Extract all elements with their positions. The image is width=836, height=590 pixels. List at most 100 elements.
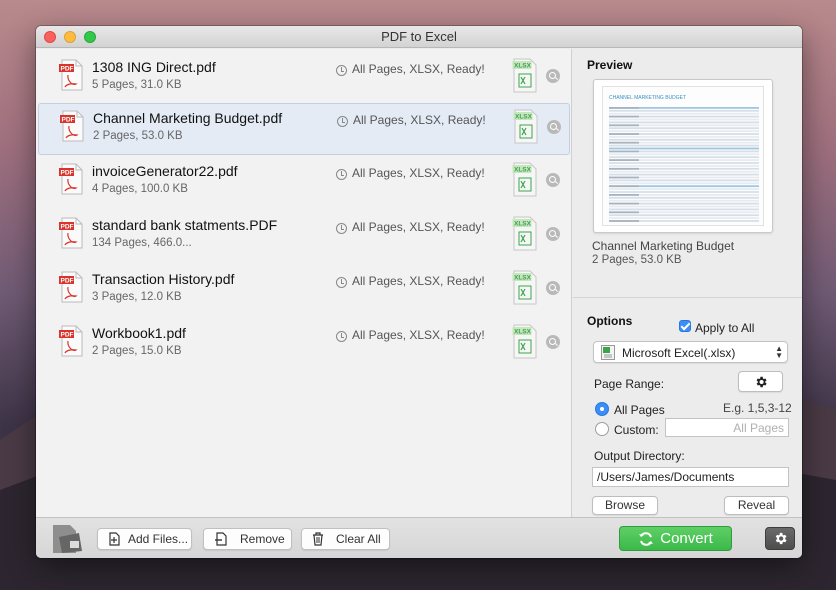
xlsx-file-icon: XLSX — [512, 162, 537, 197]
custom-range-label[interactable]: Custom: — [614, 423, 659, 437]
clock-icon — [336, 331, 347, 342]
file-status: All Pages, XLSX, Ready! — [353, 113, 486, 127]
file-status: All Pages, XLSX, Ready! — [352, 166, 485, 180]
pdf-file-icon: PDF — [59, 325, 83, 357]
settings-button[interactable] — [765, 527, 795, 550]
file-name: 1308 ING Direct.pdf — [92, 59, 216, 75]
refresh-icon — [639, 531, 654, 546]
custom-range-radio[interactable] — [595, 422, 609, 436]
clock-icon — [336, 223, 347, 234]
minimize-window-button[interactable] — [64, 31, 76, 43]
close-window-button[interactable] — [44, 31, 56, 43]
output-directory-label: Output Directory: — [594, 449, 685, 463]
app-window: PDF to Excel PDF 1308 ING Direct.pdf 5 P… — [36, 26, 802, 558]
magnifier-icon[interactable] — [546, 69, 560, 83]
preview-sheet-title: CHANNEL MARKETING BUDGET — [609, 95, 686, 101]
file-name: invoiceGenerator22.pdf — [92, 163, 238, 179]
file-meta: 134 Pages, 466.0... — [92, 237, 192, 249]
magnifier-icon[interactable] — [546, 173, 560, 187]
convert-button[interactable]: Convert — [619, 526, 732, 551]
add-file-icon — [109, 532, 120, 546]
zoom-window-button[interactable] — [84, 31, 96, 43]
file-meta: 4 Pages, 100.0 KB — [92, 183, 188, 195]
svg-text:XLSX: XLSX — [514, 63, 532, 70]
svg-text:PDF: PDF — [61, 66, 74, 73]
file-status: All Pages, XLSX, Ready! — [352, 62, 485, 76]
xlsx-file-icon: XLSX — [512, 324, 537, 359]
custom-range-input[interactable] — [665, 418, 789, 437]
clear-all-label: Clear All — [336, 532, 381, 546]
file-name: standard bank statments.PDF — [92, 217, 278, 233]
file-name: Channel Marketing Budget.pdf — [93, 110, 283, 126]
page-range-example: E.g. 1,5,3-12 — [723, 401, 792, 415]
trash-icon — [313, 532, 323, 546]
page-range-settings-button[interactable] — [738, 371, 783, 392]
magnifier-icon[interactable] — [546, 281, 560, 295]
remove-label: Remove — [240, 532, 285, 546]
preview-sheet-graphic: CHANNEL MARKETING BUDGET — [609, 95, 759, 222]
file-list[interactable]: PDF 1308 ING Direct.pdf 5 Pages, 31.0 KB… — [36, 49, 572, 517]
excel-icon — [601, 345, 615, 360]
file-status: All Pages, XLSX, Ready! — [352, 328, 485, 342]
traffic-lights — [44, 31, 96, 43]
xlsx-file-icon: XLSX — [512, 58, 537, 93]
file-meta: 3 Pages, 12.0 KB — [92, 291, 182, 303]
preview-thumbnail[interactable]: CHANNEL MARKETING BUDGET — [593, 79, 773, 233]
file-row[interactable]: PDF Workbook1.pdf 2 Pages, 15.0 KB All P… — [38, 319, 570, 371]
page-range-label: Page Range: — [594, 377, 665, 391]
file-meta: 2 Pages, 15.0 KB — [92, 345, 182, 357]
output-directory-input[interactable] — [592, 467, 789, 487]
all-pages-label[interactable]: All Pages — [614, 403, 665, 417]
svg-text:PDF: PDF — [61, 278, 74, 285]
preview-page: CHANNEL MARKETING BUDGET — [602, 86, 764, 226]
file-row[interactable]: PDF Transaction History.pdf 3 Pages, 12.… — [38, 265, 570, 317]
svg-text:XLSX: XLSX — [514, 221, 532, 228]
remove-file-icon — [215, 532, 227, 546]
pdf-file-icon: PDF — [59, 59, 83, 91]
file-row[interactable]: PDF 1308 ING Direct.pdf 5 Pages, 31.0 KB… — [38, 53, 570, 105]
clock-icon — [336, 277, 347, 288]
preview-document-name: Channel Marketing Budget — [592, 239, 735, 253]
add-files-label: Add Files... — [128, 532, 189, 546]
xlsx-file-icon: XLSX — [512, 270, 537, 305]
bottom-toolbar: Add Files... Remove Clear All Convert — [36, 517, 802, 558]
app-logo-icon — [53, 525, 82, 553]
pdf-file-icon: PDF — [60, 110, 84, 142]
pdf-file-icon: PDF — [59, 271, 83, 303]
panel-divider — [573, 297, 802, 298]
svg-text:XLSX: XLSX — [514, 329, 532, 336]
clear-all-button[interactable]: Clear All — [301, 528, 390, 550]
side-panel: Preview CHANNEL MARKETING BUDGET Channel… — [573, 49, 802, 517]
file-status: All Pages, XLSX, Ready! — [352, 274, 485, 288]
clock-icon — [336, 65, 347, 76]
file-row[interactable]: PDF standard bank statments.PDF 134 Page… — [38, 211, 570, 263]
remove-button[interactable]: Remove — [203, 528, 292, 550]
magnifier-icon[interactable] — [547, 120, 561, 134]
apply-to-all-label[interactable]: Apply to All — [695, 321, 754, 335]
svg-text:XLSX: XLSX — [515, 114, 533, 121]
reveal-button[interactable]: Reveal — [724, 496, 789, 515]
add-files-button[interactable]: Add Files... — [97, 528, 192, 550]
convert-label: Convert — [660, 530, 713, 547]
clock-icon — [336, 169, 347, 180]
svg-text:XLSX: XLSX — [514, 167, 532, 174]
file-row[interactable]: PDF invoiceGenerator22.pdf 4 Pages, 100.… — [38, 157, 570, 209]
browse-button[interactable]: Browse — [592, 496, 658, 515]
file-meta: 2 Pages, 53.0 KB — [93, 130, 183, 142]
magnifier-icon[interactable] — [546, 227, 560, 241]
file-name: Transaction History.pdf — [92, 271, 235, 287]
file-row[interactable]: PDF Channel Marketing Budget.pdf 2 Pages… — [38, 103, 570, 155]
file-status: All Pages, XLSX, Ready! — [352, 220, 485, 234]
window-title: PDF to Excel — [381, 29, 457, 44]
all-pages-radio[interactable] — [595, 402, 609, 416]
svg-text:XLSX: XLSX — [514, 275, 532, 282]
output-format-select[interactable]: Microsoft Excel(.xlsx) ▲ ▼ — [593, 341, 788, 363]
clock-icon — [337, 116, 348, 127]
file-meta: 5 Pages, 31.0 KB — [92, 79, 182, 91]
magnifier-icon[interactable] — [546, 335, 560, 349]
svg-text:PDF: PDF — [61, 332, 74, 339]
apply-to-all-checkbox[interactable] — [679, 320, 691, 332]
title-bar: PDF to Excel — [36, 26, 802, 48]
options-heading: Options — [587, 314, 633, 328]
chevron-updown-icon: ▲ ▼ — [775, 344, 783, 360]
